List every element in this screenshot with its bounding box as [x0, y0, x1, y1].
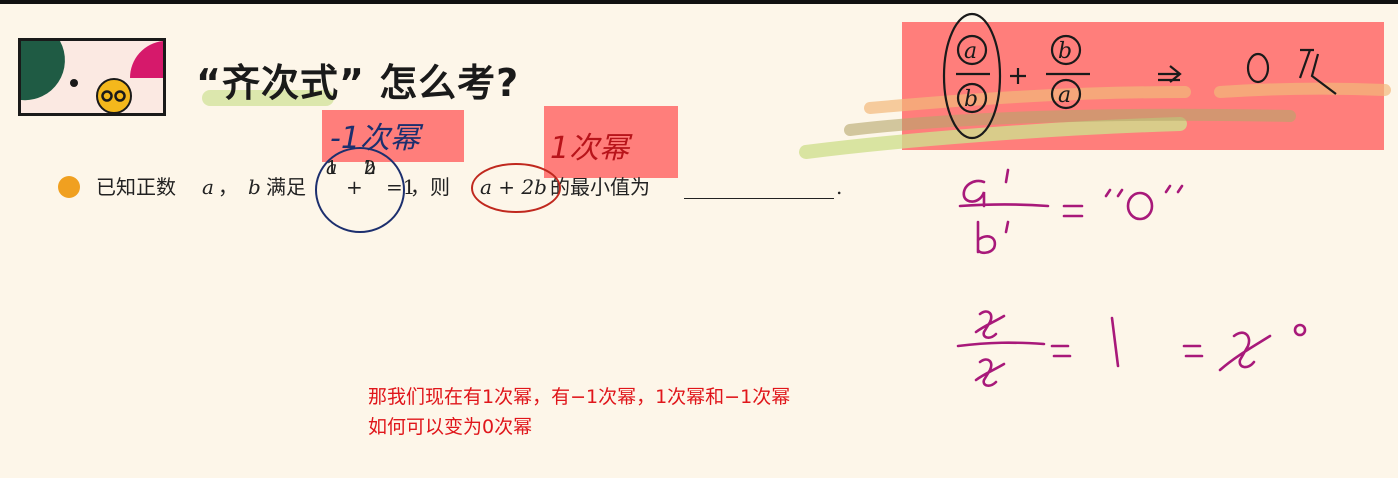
brand-logo-icon: [18, 38, 166, 116]
handwriting-line-2: [958, 168, 1184, 255]
page-title: “齐次式” 怎么考?: [196, 61, 520, 105]
top-border: [0, 0, 1398, 4]
handwriting-line-3: [956, 310, 1307, 387]
answer-blank[interactable]: [684, 198, 834, 199]
q-then: ，则: [410, 175, 450, 199]
q-var-a: a: [202, 175, 214, 199]
subtitle-line-1: 那我们现在有1次幂，有−1次幂，1次幂和−1次幂: [368, 386, 791, 408]
q-period: .: [836, 175, 843, 199]
q-var-b: b: [248, 175, 261, 199]
q-plus: +: [346, 175, 363, 199]
subtitle-line-2: 如何可以变为0次幂: [368, 416, 533, 438]
q-condition: 满足: [266, 175, 306, 199]
q-suffix: 的最小值为: [550, 175, 650, 199]
q-comma: ，: [218, 175, 238, 199]
highlight-one-power: [544, 106, 678, 178]
q-prefix: 已知正数: [96, 175, 176, 199]
highlight-expression-box: [902, 22, 1384, 150]
subtitle-caption: 那我们现在有1次幂，有−1次幂，1次幂和−1次幂 如何可以变为0次幂: [368, 382, 790, 442]
highlight-neg-one-power: [322, 110, 464, 162]
question-bullet-icon: [58, 176, 80, 198]
q-expression: a + 2b: [480, 175, 547, 199]
